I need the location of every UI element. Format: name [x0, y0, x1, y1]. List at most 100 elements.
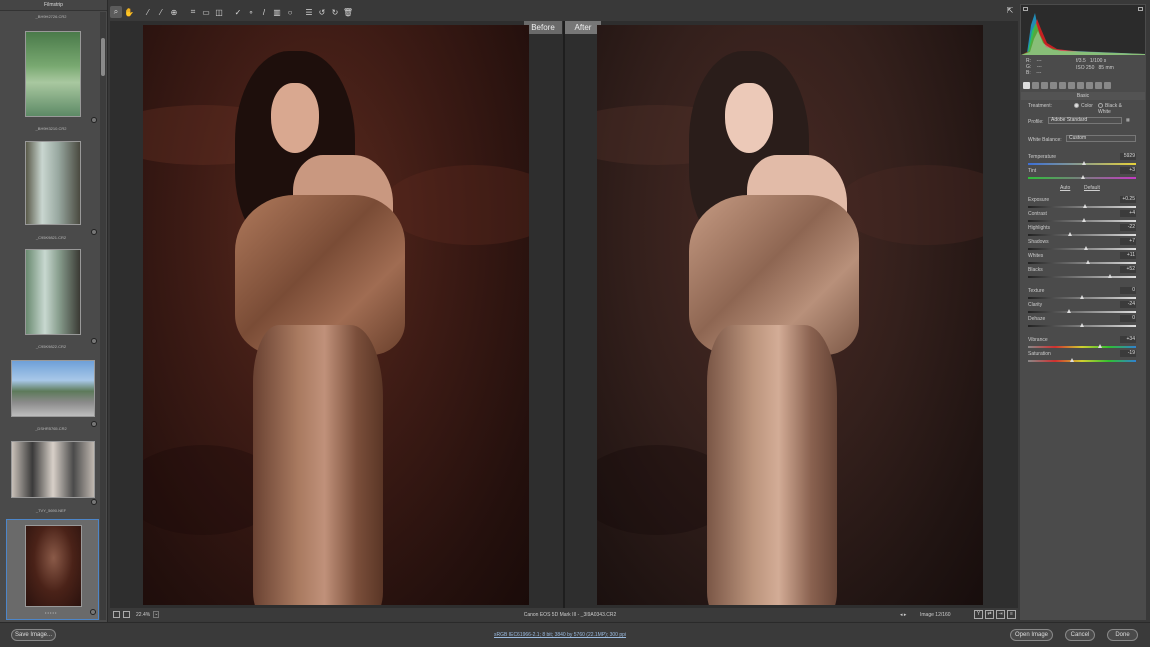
adjustment-brush-icon[interactable]: / — [258, 6, 270, 18]
open-image-button[interactable]: Open Image — [1010, 629, 1053, 641]
save-image-button[interactable]: Save Image... — [11, 629, 56, 641]
slider-track-clarity[interactable] — [1028, 309, 1136, 313]
slider-track-temperature[interactable] — [1028, 161, 1136, 165]
auto-link[interactable]: Auto — [1060, 185, 1070, 191]
done-button[interactable]: Done — [1107, 629, 1138, 641]
spot-removal-icon[interactable]: ✓ — [232, 6, 244, 18]
slider-track-highlights[interactable] — [1028, 232, 1136, 236]
slider-track-texture[interactable] — [1028, 295, 1136, 299]
image-nav-arrows[interactable]: ◂ ▸ — [900, 612, 906, 618]
rotate-right-icon[interactable]: ↻ — [329, 6, 341, 18]
profile-browser-icon[interactable]: ▦ — [1126, 117, 1136, 124]
workflow-options-link[interactable]: sRGB IEC61966-2.1; 8 bit; 3840 by 5760 (… — [494, 632, 626, 638]
hsl-tab-icon[interactable] — [1050, 82, 1057, 89]
filmstrip-item[interactable]: _BH9H3210.CR2 — [3, 27, 99, 131]
slider-track-contrast[interactable] — [1028, 218, 1136, 222]
slider-track-vibrance[interactable] — [1028, 344, 1136, 348]
crop-icon[interactable]: ⌗ — [187, 6, 199, 18]
before-after-view-icon[interactable]: Y — [974, 610, 983, 619]
slider-knob[interactable] — [1070, 358, 1075, 362]
presets-tab-icon[interactable] — [1095, 82, 1102, 89]
slider-value-field[interactable]: +34 — [1120, 336, 1136, 343]
preview-canvas[interactable]: Before After — [110, 21, 1018, 608]
slider-knob[interactable] — [1067, 309, 1072, 313]
slider-value-field[interactable]: -22 — [1120, 224, 1136, 231]
slider-track-dehaze[interactable] — [1028, 323, 1136, 327]
red-eye-icon[interactable]: ∘ — [245, 6, 257, 18]
cancel-button[interactable]: Cancel — [1065, 629, 1095, 641]
slider-value-field[interactable]: +11 — [1120, 252, 1136, 259]
tone-curve-tab-icon[interactable] — [1032, 82, 1039, 89]
slider-value-field[interactable]: +52 — [1120, 266, 1136, 273]
effects-tab-icon[interactable] — [1077, 82, 1084, 89]
snapshots-tab-icon[interactable] — [1104, 82, 1111, 89]
hand-icon[interactable]: ✋ — [123, 6, 135, 18]
color-radio[interactable]: Color — [1074, 103, 1093, 109]
split-toning-tab-icon[interactable] — [1059, 82, 1066, 89]
slider-value-field[interactable]: +7 — [1120, 238, 1136, 245]
slider-knob[interactable] — [1082, 161, 1087, 165]
filmstrip-scrollbar[interactable] — [100, 12, 106, 620]
split-divider[interactable] — [563, 21, 565, 608]
slider-knob[interactable] — [1086, 260, 1091, 264]
bw-radio[interactable]: Black & White — [1098, 103, 1136, 115]
slider-knob[interactable] — [1108, 274, 1113, 278]
slider-track-exposure[interactable] — [1028, 204, 1136, 208]
toggle-default-icon[interactable]: ≡ — [1007, 610, 1016, 619]
slider-knob[interactable] — [1083, 204, 1088, 208]
graduated-filter-icon[interactable]: ▥ — [271, 6, 283, 18]
shadow-clipping-icon[interactable] — [1023, 7, 1028, 11]
slider-value-field[interactable]: 5929 — [1120, 153, 1136, 160]
slider-track-saturation[interactable] — [1028, 358, 1136, 362]
slider-track-blacks[interactable] — [1028, 274, 1136, 278]
slider-knob[interactable] — [1080, 295, 1084, 299]
calibration-tab-icon[interactable] — [1086, 82, 1093, 89]
slider-knob[interactable] — [1082, 218, 1087, 222]
slider-value-field[interactable]: 0 — [1120, 315, 1136, 322]
slider-track-shadows[interactable] — [1028, 246, 1136, 250]
slider-knob[interactable] — [1098, 344, 1103, 348]
color-sampler-icon[interactable]: ⁄ — [155, 6, 167, 18]
white-balance-icon[interactable]: ⁄ — [142, 6, 154, 18]
filmstrip-item[interactable]: _C95K9822.CR2 — [3, 244, 99, 349]
slider-knob[interactable] — [1081, 175, 1086, 179]
radial-filter-icon[interactable]: ○ — [284, 6, 296, 18]
filmstrip-item[interactable]: _TVY_5690.NEF — [3, 437, 99, 517]
basic-tab-icon[interactable] — [1023, 82, 1030, 89]
slider-knob[interactable] — [1080, 323, 1084, 327]
filmstrip-item[interactable]: _C95K9821.CR2 — [3, 135, 99, 240]
transform-icon[interactable]: ◫ — [213, 6, 225, 18]
slider-value-field[interactable]: 0 — [1120, 287, 1136, 294]
targeted-adjust-icon[interactable]: ⊕ — [168, 6, 180, 18]
slider-value-field[interactable]: -24 — [1120, 301, 1136, 308]
copy-settings-icon[interactable]: ⇥ — [996, 610, 1005, 619]
swap-settings-icon[interactable]: ⇄ — [985, 610, 994, 619]
slider-knob[interactable] — [1068, 232, 1073, 236]
fullscreen-icon[interactable]: ⇱ — [1004, 6, 1016, 18]
zoom-out-button[interactable] — [113, 611, 120, 618]
slider-track-whites[interactable] — [1028, 260, 1136, 264]
zoom-dropdown[interactable]: ⌄ — [153, 611, 160, 618]
filmstrip-scroll-thumb[interactable] — [101, 38, 105, 76]
slider-value-field[interactable]: -19 — [1120, 350, 1136, 357]
highlight-clipping-icon[interactable] — [1138, 7, 1143, 11]
slider-value-field[interactable]: +4 — [1120, 210, 1136, 217]
lens-tab-icon[interactable] — [1068, 82, 1075, 89]
white-balance-dropdown[interactable]: Custom — [1066, 135, 1136, 142]
slider-value-field[interactable]: +0.25 — [1120, 196, 1136, 203]
preferences-icon[interactable]: ☰ — [303, 6, 315, 18]
trash-icon[interactable]: 🗑 — [342, 6, 354, 18]
zoom-icon[interactable]: ⌕ — [110, 6, 122, 18]
default-link[interactable]: Default — [1084, 185, 1100, 191]
detail-tab-icon[interactable] — [1041, 82, 1048, 89]
slider-knob[interactable] — [1084, 246, 1089, 250]
rotate-left-icon[interactable]: ↺ — [316, 6, 328, 18]
filmstrip-item[interactable]: _DSHR5765.CR2 — [3, 355, 99, 435]
filmstrip-item-selected[interactable]: • • • • • — [6, 519, 99, 620]
rating-stars[interactable]: • • • • • — [45, 610, 56, 615]
slider-track-tint[interactable] — [1028, 175, 1136, 179]
slider-value-field[interactable]: +3 — [1120, 167, 1136, 174]
zoom-in-button[interactable] — [123, 611, 130, 618]
straighten-icon[interactable]: ▭ — [200, 6, 212, 18]
profile-dropdown[interactable]: Adobe Standard — [1048, 117, 1122, 124]
